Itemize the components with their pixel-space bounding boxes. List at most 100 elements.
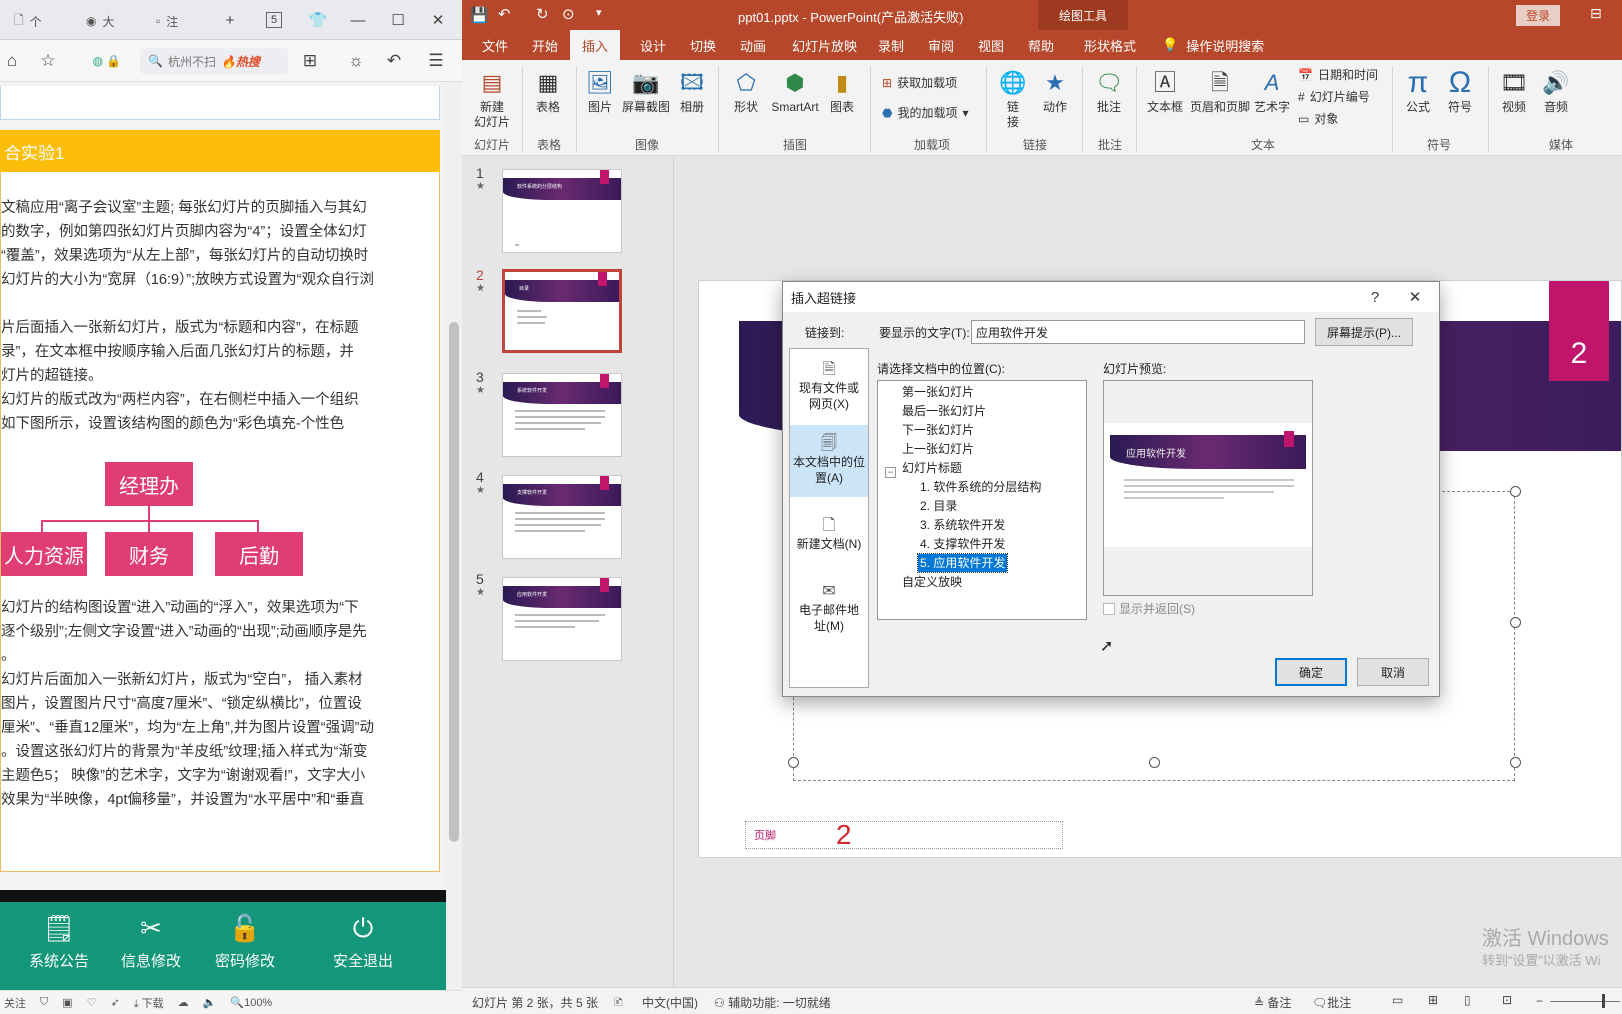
tree-item[interactable]: 上一张幻灯片 [900,440,976,458]
follow-link[interactable]: 关注 [4,995,26,1011]
document-place-tree[interactable]: 第一张幻灯片 最后一张幻灯片 下一张幻灯片 上一张幻灯片 − 幻灯片标题 1. … [877,380,1087,620]
link-new-document-option[interactable]: 🗋 新建文档(N) [790,499,868,571]
tab-home[interactable]: 开始 [532,30,558,60]
shirt-icon[interactable]: 👕 [306,8,330,32]
collapse-toggle-icon[interactable]: − [885,467,896,478]
redo-icon[interactable]: ↻ [536,5,549,23]
security-shield-icon[interactable]: ◍ 🔒 [82,49,132,73]
normal-view-icon[interactable]: ▭ [1392,993,1403,1007]
zoom-level[interactable]: 🔍100% [230,996,272,1009]
tab-view[interactable]: 视图 [978,30,1004,60]
slide-thumbnail-4[interactable]: 支撑软件开发 [502,475,622,559]
tab-file[interactable]: 文件 [482,30,508,60]
comment-button[interactable]: 🗨 批注 [1090,66,1128,115]
slide-thumbnail-2[interactable]: 目录 [502,269,622,353]
link-place-in-document-option[interactable]: 🗐 本文档中的位置(A) [790,425,868,497]
address-bar[interactable]: 🔍 杭州不扫 🔥热搜 [140,48,288,74]
screenshot-button[interactable]: 📷 屏幕截图 [620,66,672,115]
resize-handle[interactable] [1149,757,1160,768]
display-text-input[interactable]: 应用软件开发 [971,320,1305,344]
zoom-slider-thumb[interactable] [1602,994,1605,1008]
slideshow-view-icon[interactable]: ⊡ [1502,993,1512,1007]
object-button[interactable]: ▭ 对象 [1298,110,1338,127]
slide-number-button[interactable]: # 幻灯片编号 [1298,88,1370,105]
tab-insert[interactable]: 插入 [570,30,621,60]
tree-item-selected[interactable]: 5. 应用软件开发 [916,553,1009,573]
spell-check-icon[interactable]: 🗈 [614,993,623,1014]
slide-sorter-icon[interactable]: ⊞ [1428,993,1438,1007]
browser-tab-1[interactable]: 🗋 个 [8,6,48,36]
shapes-button[interactable]: ⬠ 形状 [728,66,764,115]
tree-item[interactable]: 第一张幻灯片 [900,383,976,401]
help-button[interactable]: ? [1357,282,1393,312]
reading-view-icon[interactable]: ▯ [1464,993,1471,1007]
wordart-button[interactable]: A 艺术字 [1250,66,1294,115]
notes-button[interactable]: ≜ 备注 [1254,994,1291,1011]
chart-button[interactable]: ▮ 图表 [824,66,860,115]
tab-shape-format[interactable]: 形状格式 [1084,30,1136,60]
slide-thumbnail-1[interactable]: 软件系统的分层结构 [502,169,622,253]
tree-item[interactable]: 4. 支撑软件开发 [918,535,1007,553]
header-footer-button[interactable]: 🗎 页眉和页脚 [1188,66,1252,115]
footer-placeholder[interactable]: 页脚 2 [745,819,1063,850]
new-slide-button[interactable]: ▤ 新建 幻灯片 [470,66,514,130]
undo-icon[interactable]: ↶ [382,49,406,73]
system-notice-button[interactable]: 🗒 系统公告 [14,914,104,984]
tab-slideshow[interactable]: 幻灯片放映 [792,30,857,60]
browser-scrollbar[interactable] [446,82,462,990]
tab-help[interactable]: 帮助 [1028,30,1054,60]
slide-thumbnail-3[interactable]: 系统软件开发 [502,373,622,457]
video-button[interactable]: 🎞 视频 [1494,66,1534,115]
rocket-icon[interactable]: ➶ [111,996,120,1009]
zoom-slider[interactable] [1550,1001,1620,1002]
resize-handle[interactable] [1510,617,1521,628]
speaker-icon[interactable]: 🔈 [203,996,217,1009]
picture-button[interactable]: 🖼 图片 [582,66,618,115]
hot-search-badge[interactable]: 🔥热搜 [221,53,260,70]
star-icon[interactable]: ☆ [36,49,60,73]
album-button[interactable]: 🖾 相册 [674,66,710,115]
my-addins-button[interactable]: ⬣ 我的加载项 ▾ [882,104,969,121]
accessibility-status[interactable]: ⚇ 辅助功能: 一切就绪 [714,994,831,1011]
maximize-icon[interactable]: ☐ [386,8,410,32]
resize-handle[interactable] [788,757,799,768]
action-button[interactable]: ★ 动作 [1036,66,1074,115]
scrollbar-thumb[interactable] [449,322,459,842]
tree-item[interactable]: 下一张幻灯片 [900,421,976,439]
download-link[interactable]: ⤓ 下载 [134,995,164,1011]
home-icon[interactable]: ⌂ [0,49,24,73]
ribbon-display-icon[interactable]: ⊟ [1590,5,1602,22]
tree-item[interactable]: 3. 系统软件开发 [918,516,1007,534]
slide-thumbnail-5[interactable]: 应用软件开发 [502,577,622,661]
tree-item[interactable]: 1. 软件系统的分层结构 [918,478,1043,496]
input-box[interactable] [0,86,440,120]
link-existing-file-option[interactable]: 🗎 现有文件或网页(X) [790,351,868,423]
comments-button[interactable]: 🗨批注 [1312,994,1351,1011]
tell-me-search[interactable]: 💡 操作说明搜索 [1162,30,1264,60]
get-addins-button[interactable]: ⊞ 获取加载项 [882,74,957,91]
logout-button[interactable]: ⏻ 安全退出 [318,914,408,984]
symbol-button[interactable]: Ω 符号 [1440,66,1480,115]
minimize-icon[interactable]: — [346,8,370,32]
apps-grid-icon[interactable]: ⊞ [298,49,322,73]
browser-tab-3[interactable]: ▫ 注 [150,6,184,36]
tab-animations[interactable]: 动画 [740,30,766,60]
close-icon[interactable]: ✕ [426,8,450,32]
menu-icon[interactable]: ☰ [424,49,448,73]
tab-design[interactable]: 设计 [640,30,666,60]
ok-button[interactable]: 确定 [1275,658,1347,686]
slideshow-start-icon[interactable]: ⊙ [562,5,575,23]
close-icon[interactable]: ✕ [1397,282,1433,312]
tree-item[interactable]: 幻灯片标题 [900,459,964,477]
resize-handle[interactable] [1510,757,1521,768]
save-icon[interactable]: 💾 [470,6,489,24]
info-edit-button[interactable]: ✂ 信息修改 [106,914,196,984]
image-icon[interactable]: ▣ [62,996,72,1009]
customize-quick-access-icon[interactable]: ▾ [596,6,602,19]
password-edit-button[interactable]: 🔓 密码修改 [200,914,290,984]
tab-review[interactable]: 审阅 [928,30,954,60]
screentip-button[interactable]: 屏幕提示(P)... [1315,318,1413,346]
cancel-button[interactable]: 取消 [1357,658,1429,686]
tab-transitions[interactable]: 切换 [690,30,716,60]
tab-record[interactable]: 录制 [878,30,904,60]
